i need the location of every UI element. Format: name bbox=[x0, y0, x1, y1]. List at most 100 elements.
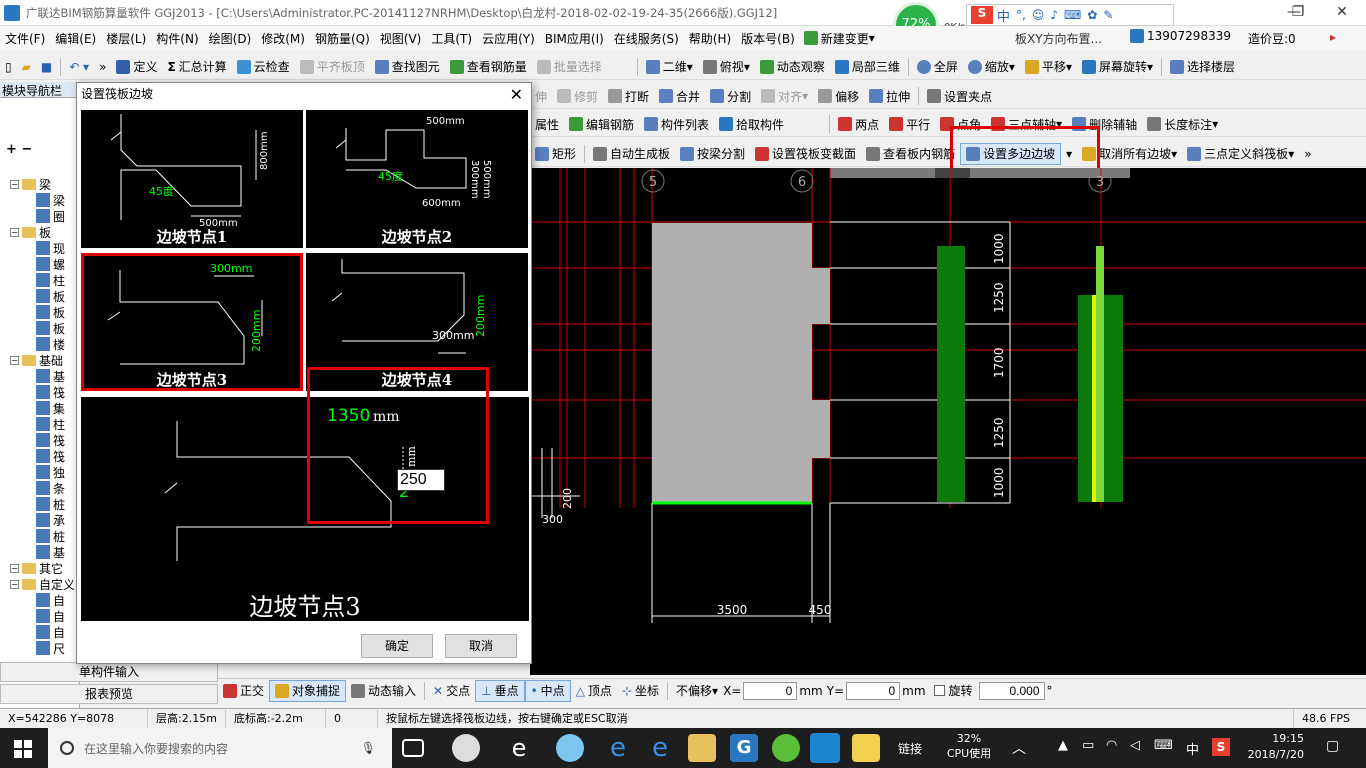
object-snap-toggle[interactable]: 对象捕捉 bbox=[269, 679, 347, 702]
set-raft-section-button[interactable]: 设置筏板变截面 bbox=[750, 143, 861, 165]
tree-folder[interactable]: − 板 bbox=[10, 224, 51, 240]
fullscreen-button[interactable]: 全屏 bbox=[912, 56, 963, 78]
file-explorer-icon[interactable] bbox=[688, 734, 716, 762]
ie-icon[interactable]: e bbox=[646, 734, 674, 762]
open-file-icon[interactable]: ▰ bbox=[17, 56, 36, 78]
menu-bim[interactable]: BIM应用(I) bbox=[540, 30, 609, 47]
ortho-toggle[interactable]: 正交 bbox=[218, 680, 269, 702]
extend-button[interactable]: 伸 bbox=[530, 85, 552, 107]
edit-rebar-button[interactable]: 编辑钢筋 bbox=[564, 113, 639, 135]
menu-help[interactable]: 帮助(H) bbox=[684, 30, 736, 47]
two-points-button[interactable]: 两点 bbox=[833, 113, 884, 135]
tree-expand-icon[interactable]: − bbox=[10, 179, 19, 189]
tray-keyboard-icon[interactable]: ⌨ bbox=[1154, 738, 1173, 753]
midpoint-snap[interactable]: • 中点 bbox=[524, 679, 571, 702]
view-rebar-button[interactable]: 查看钢筋量 bbox=[445, 56, 532, 78]
new-change-button[interactable]: 新建变更 ▾ bbox=[800, 30, 879, 47]
element-list-button[interactable]: 构件列表 bbox=[639, 113, 714, 135]
tree-item[interactable]: 基 bbox=[36, 544, 65, 560]
rectangle-button[interactable]: 矩形 bbox=[530, 143, 581, 165]
dialog-close-button[interactable]: ✕ bbox=[510, 85, 523, 104]
tree-item[interactable]: 柱 bbox=[36, 272, 65, 288]
vertex-snap[interactable]: △ 顶点 bbox=[571, 680, 617, 702]
more-icon[interactable]: » bbox=[94, 56, 111, 78]
align-dropdown[interactable]: 对齐 ▾ bbox=[756, 85, 813, 107]
merge-button[interactable]: 合并 bbox=[654, 85, 705, 107]
tree-item[interactable]: 筏 bbox=[36, 448, 65, 464]
tree-item[interactable]: 基 bbox=[36, 368, 65, 384]
toolbar-more-icon[interactable]: » bbox=[1299, 143, 1316, 165]
menu-rebar-qty[interactable]: 钢筋量(Q) bbox=[310, 30, 375, 47]
microphone-icon[interactable]: 🎙 bbox=[361, 741, 376, 755]
ime-emoji-icon[interactable]: ☺ bbox=[1032, 8, 1045, 22]
glodon-g-icon[interactable]: G bbox=[730, 734, 758, 762]
cpu-usage-widget[interactable]: 32% CPU使用 bbox=[944, 731, 994, 761]
coord-snap[interactable]: ⊹ 坐标 bbox=[617, 680, 664, 702]
property-button[interactable]: 属性 bbox=[530, 113, 564, 135]
expand-collapse-icons[interactable]: + − bbox=[6, 142, 32, 157]
tree-item[interactable]: 桩 bbox=[36, 496, 65, 512]
ime-tool-icon[interactable]: ✎ bbox=[1103, 8, 1113, 22]
dynamic-view-button[interactable]: 动态观察 bbox=[755, 56, 830, 78]
coins-arrow-icon[interactable]: ▸ bbox=[1330, 30, 1336, 44]
green-app-icon[interactable] bbox=[772, 734, 800, 762]
menu-modify[interactable]: 修改(M) bbox=[256, 30, 310, 47]
length-dim-dropdown[interactable]: 长度标注 ▾ bbox=[1142, 113, 1223, 135]
tree-item[interactable]: 板 bbox=[36, 304, 65, 320]
rotate-screen-dropdown[interactable]: 屏幕旋转 ▾ bbox=[1077, 56, 1158, 78]
offset-button[interactable]: 偏移 bbox=[813, 85, 864, 107]
tree-item[interactable]: 自 bbox=[36, 624, 65, 640]
tree-item[interactable]: 现 bbox=[36, 240, 65, 256]
cloud-check-button[interactable]: 云检查 bbox=[232, 56, 295, 78]
ime-toolbar[interactable]: S 中 °, ☺ ♪ ⌨ ✿ ✎ bbox=[966, 4, 1174, 26]
split-button[interactable]: 分割 bbox=[705, 85, 756, 107]
tray-notify-icon[interactable]: ▲ bbox=[1058, 738, 1068, 753]
tray-sogou-icon[interactable]: S bbox=[1212, 738, 1230, 756]
taskbar-search-box[interactable]: 在这里输入你要搜索的内容 🎙 bbox=[48, 728, 392, 768]
cancel-button[interactable]: 取消 bbox=[445, 634, 517, 658]
tree-item[interactable]: 板 bbox=[36, 288, 65, 304]
browser-360-icon[interactable] bbox=[556, 734, 584, 762]
tree-item[interactable]: 独 bbox=[36, 464, 65, 480]
save-icon[interactable]: ■ bbox=[36, 56, 57, 78]
ime-skin-icon[interactable]: ✿ bbox=[1087, 8, 1097, 22]
tree-item[interactable]: 螺 bbox=[36, 256, 65, 272]
intersection-snap[interactable]: ✕ 交点 bbox=[428, 680, 475, 702]
tree-item[interactable]: 桩 bbox=[36, 528, 65, 544]
auto-gen-button[interactable]: 自动生成板 bbox=[588, 143, 675, 165]
undo-icon[interactable]: ↶ ▾ bbox=[64, 56, 94, 78]
menu-floor[interactable]: 楼层(L) bbox=[101, 30, 151, 47]
view-slab-rebar-button[interactable]: 查看板内钢筋 bbox=[861, 143, 960, 165]
close-button[interactable]: ✕ bbox=[1320, 0, 1364, 24]
tree-item[interactable]: 楼 bbox=[36, 336, 65, 352]
active-ggj-app-icon[interactable] bbox=[810, 733, 840, 763]
tab-single-element-input[interactable]: 单构件输入 bbox=[0, 662, 218, 682]
tree-item[interactable]: 承 bbox=[36, 512, 65, 528]
tree-item[interactable]: 筏 bbox=[36, 432, 65, 448]
menu-file[interactable]: 文件(F) bbox=[0, 30, 50, 47]
stretch-button[interactable]: 拉伸 bbox=[864, 85, 915, 107]
tree-expand-icon[interactable]: − bbox=[10, 563, 19, 573]
restore-button[interactable]: ❐ bbox=[1276, 0, 1320, 24]
select-floor-button[interactable]: 选择楼层 bbox=[1165, 56, 1240, 78]
ok-button[interactable]: 确定 bbox=[361, 634, 433, 658]
tree-item[interactable]: 梁 bbox=[36, 192, 65, 208]
green-column[interactable] bbox=[937, 246, 965, 502]
ime-voice-icon[interactable]: ♪ bbox=[1050, 8, 1058, 22]
windows-start-icon[interactable] bbox=[14, 740, 32, 758]
drawing-canvas[interactable]: 5 6 3 300 200 1000 1250 1700 1250 1000 3… bbox=[530, 168, 1366, 675]
pan-dropdown[interactable]: 平移 ▾ bbox=[1020, 56, 1077, 78]
y-offset-input[interactable] bbox=[846, 681, 901, 700]
menu-draw[interactable]: 绘图(D) bbox=[204, 30, 257, 47]
coins-label[interactable]: 造价豆:0 bbox=[1248, 30, 1296, 47]
action-center-icon[interactable]: ▢ bbox=[1326, 738, 1339, 754]
new-file-icon[interactable]: ▯ bbox=[0, 56, 17, 78]
menu-cloud[interactable]: 云应用(Y) bbox=[477, 30, 540, 47]
ime-mode[interactable]: 中 bbox=[997, 6, 1010, 25]
parallel-button[interactable]: 平行 bbox=[884, 113, 935, 135]
tree-item[interactable]: 柱 bbox=[36, 416, 65, 432]
ime-keyboard-icon[interactable]: ⌨ bbox=[1064, 8, 1081, 22]
tree-folder[interactable]: − 自定义 bbox=[10, 576, 75, 592]
ime-punct-icon[interactable]: °, bbox=[1016, 8, 1026, 22]
three-point-slope-dropdown[interactable]: 三点定义斜筏板 ▾ bbox=[1182, 143, 1299, 165]
